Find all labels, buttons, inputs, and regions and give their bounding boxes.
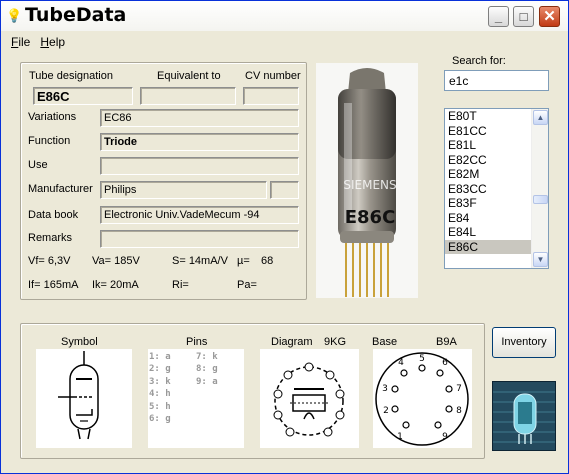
- param-mu-value: 68: [261, 255, 274, 267]
- pin-entry: 5: h: [149, 401, 171, 412]
- tube-listbox[interactable]: E80T E81CC E81L E82CC E82M E83CC E83F E84 E84L E8…: [444, 108, 549, 269]
- remarks-label: Remarks: [28, 232, 73, 244]
- pins-column-1: 1: a 2: g 3: k 4: h 5: h 6: g: [149, 351, 171, 425]
- tube-photo: SIEMENS E86C: [316, 63, 418, 298]
- photo-tube-label: E86C: [345, 207, 396, 228]
- param-pa: Pa=: [237, 279, 257, 291]
- menu-file-label: ile: [18, 35, 31, 49]
- cv-label: CV number: [245, 70, 301, 82]
- photo-brand: SIEMENS: [343, 178, 396, 192]
- equivalent-field: [140, 87, 236, 105]
- window-title: TubeData: [25, 4, 127, 26]
- pin-entry: 3: k: [149, 376, 171, 387]
- use-label: Use: [28, 159, 48, 171]
- pins-panel: 1: a 2: g 3: k 4: h 5: h 6: g 7: k 8: g 9: a: [148, 349, 244, 448]
- manufacturer-extra-field: [270, 181, 299, 199]
- lightbulb-icon: 💡: [6, 8, 23, 23]
- search-input[interactable]: [444, 70, 549, 91]
- function-label: Function: [28, 135, 71, 147]
- maximize-icon: □: [519, 9, 528, 24]
- scroll-down-icon[interactable]: ▼: [533, 252, 548, 267]
- diagram-code: 9KG: [324, 336, 347, 348]
- pin-entry: 7: k: [196, 352, 218, 362]
- pins-column-2: 7: k 8: g 9: a: [196, 351, 218, 388]
- menu-help-accel: H: [40, 35, 50, 49]
- designation-label: Tube designation: [29, 70, 113, 82]
- param-if: If= 165mA: [28, 279, 79, 291]
- pins-label: Pins: [186, 336, 208, 348]
- pin-entry: 4: h: [149, 389, 171, 400]
- pin-entry: 1: a: [149, 352, 171, 362]
- base-label: Base: [372, 336, 398, 348]
- maximize-button[interactable]: □: [513, 6, 534, 27]
- svg-text:9: 9: [442, 432, 448, 442]
- equivalent-label: Equivalent to: [157, 70, 221, 82]
- pin-entry: 8: g: [196, 364, 218, 375]
- param-s: S= 14mA/V: [172, 255, 228, 267]
- databook-label: Data book: [28, 209, 79, 221]
- variations-label: Variations: [28, 111, 77, 123]
- scroll-thumb[interactable]: [533, 195, 548, 204]
- svg-text:7: 7: [456, 384, 462, 394]
- param-ri: Ri=: [172, 279, 189, 291]
- menu-file[interactable]: File: [7, 32, 36, 52]
- param-ik: Ik= 20mA: [92, 279, 139, 291]
- svg-text:6: 6: [442, 358, 448, 368]
- remarks-field: [100, 230, 299, 248]
- svg-text:5: 5: [419, 354, 425, 364]
- symbol-label: Symbol: [61, 336, 98, 348]
- svg-text:2: 2: [383, 406, 389, 416]
- designation-field: E86C: [33, 87, 133, 105]
- close-icon: ✕: [543, 8, 556, 25]
- use-field: [100, 157, 299, 175]
- close-button[interactable]: ✕: [539, 6, 560, 27]
- param-mu-label: µ=: [237, 255, 250, 267]
- menu-help-label: elp: [49, 35, 66, 49]
- svg-text:1: 1: [397, 432, 403, 442]
- param-vf: Vf= 6,3V: [28, 255, 71, 267]
- minimize-icon: _: [494, 9, 503, 24]
- menu-help[interactable]: Help: [36, 32, 71, 52]
- base-diagram: 5 4 6 3 7 2 8 1 9: [373, 349, 472, 448]
- title-bar: 💡 TubeData _ □ ✕: [1, 1, 568, 31]
- menu-bar: File Help: [1, 32, 568, 52]
- list-scrollbar[interactable]: ▲ ▼: [531, 109, 548, 268]
- pin-entry: 6: g: [149, 414, 171, 425]
- manufacturer-label: Manufacturer: [28, 183, 93, 195]
- tube-logo-icon: [492, 381, 556, 451]
- variations-field: EC86: [100, 109, 299, 127]
- main-window: 💡 TubeData _ □ ✕ File Help Tube designat…: [0, 0, 569, 474]
- cv-field: [243, 87, 299, 105]
- scroll-up-icon[interactable]: ▲: [533, 110, 548, 125]
- pin-entry: 2: g: [149, 364, 171, 375]
- svg-text:3: 3: [382, 384, 388, 394]
- minimize-button[interactable]: _: [488, 6, 509, 27]
- svg-text:4: 4: [398, 358, 404, 368]
- pin-diagram: [260, 349, 359, 448]
- inventory-button[interactable]: Inventory: [492, 327, 556, 358]
- base-code: B9A: [436, 336, 457, 348]
- pin-entry: 9: a: [196, 376, 218, 387]
- param-va: Va= 185V: [92, 255, 140, 267]
- manufacturer-field: Philips: [100, 181, 267, 199]
- function-field: Triode: [100, 133, 299, 151]
- databook-field: Electronic Univ.VadeMecum -94: [100, 206, 299, 224]
- svg-text:8: 8: [456, 406, 462, 416]
- diagram-label: Diagram: [271, 336, 313, 348]
- search-label: Search for:: [452, 55, 506, 67]
- triode-symbol: [36, 349, 132, 448]
